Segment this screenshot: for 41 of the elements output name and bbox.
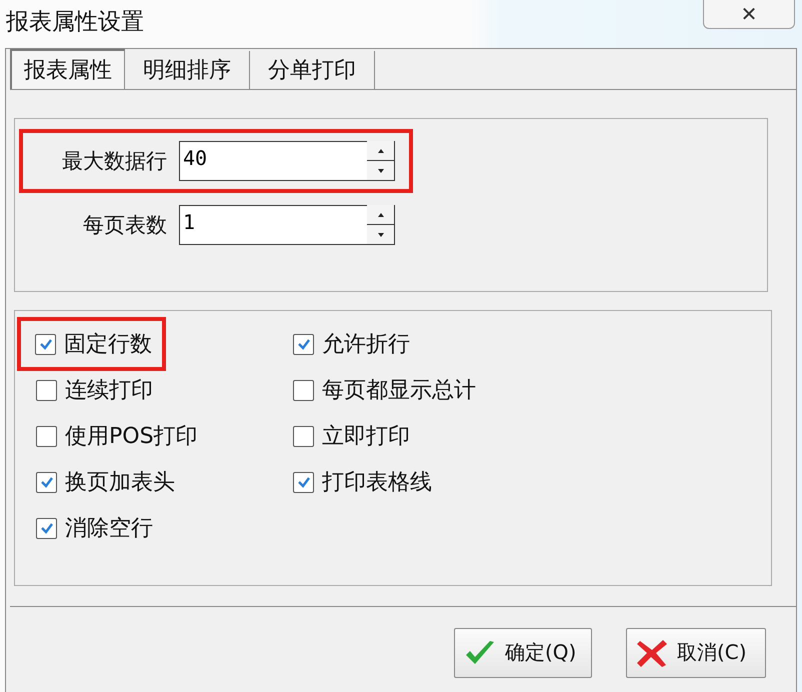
cross-icon <box>635 638 669 668</box>
checkbox[interactable] <box>36 472 57 492</box>
checkbox-label: 允许折行 <box>322 331 410 359</box>
checkbox[interactable] <box>293 380 314 400</box>
checkbox-label: 换页加表头 <box>65 469 175 497</box>
checkbox-label: 连续打印 <box>65 377 153 405</box>
checkbox[interactable] <box>36 380 57 400</box>
field-label: 每页表数 <box>82 212 168 239</box>
field-label: 最大数据行 <box>61 148 168 175</box>
checkbox[interactable] <box>293 334 314 354</box>
checkbox[interactable] <box>36 518 57 538</box>
tab[interactable]: 报表属性 <box>10 49 125 89</box>
checkbox-label: 固定行数 <box>64 331 152 359</box>
ok-button[interactable]: 确定(Q) <box>454 628 592 678</box>
checkbox-label: 每页都显示总计 <box>322 377 476 405</box>
window-title: 报表属性设置 <box>5 8 144 37</box>
checkbox[interactable] <box>293 426 314 446</box>
cancel-button[interactable]: 取消(C) <box>626 628 766 678</box>
checkbox-label: 使用POS打印 <box>65 423 198 451</box>
checkbox[interactable] <box>293 472 314 492</box>
spin-up-button[interactable] <box>367 205 395 225</box>
spin-up-button[interactable] <box>367 141 395 161</box>
check-mark-icon <box>40 476 54 488</box>
caret-down-icon <box>378 232 384 236</box>
caret-down-icon <box>378 168 384 172</box>
checkbox[interactable] <box>35 334 56 354</box>
caret-up-icon <box>378 212 384 216</box>
number-field[interactable]: 1 <box>179 205 367 245</box>
check-mark-icon <box>296 476 310 488</box>
check-mark-icon <box>296 338 310 350</box>
checkbox[interactable] <box>36 426 57 446</box>
check-mark-icon <box>38 338 52 350</box>
spin-down-button[interactable] <box>367 161 395 181</box>
number-field[interactable]: 40 <box>179 141 367 181</box>
close-button[interactable]: ✕ <box>703 0 795 29</box>
checkbox-label: 立即打印 <box>322 423 410 451</box>
spin-down-button[interactable] <box>367 225 395 245</box>
check-mark-icon <box>40 522 54 534</box>
checkbox-label: 消除空行 <box>65 515 153 543</box>
checkbox-label: 打印表格线 <box>322 469 432 497</box>
caret-up-icon <box>378 148 384 152</box>
